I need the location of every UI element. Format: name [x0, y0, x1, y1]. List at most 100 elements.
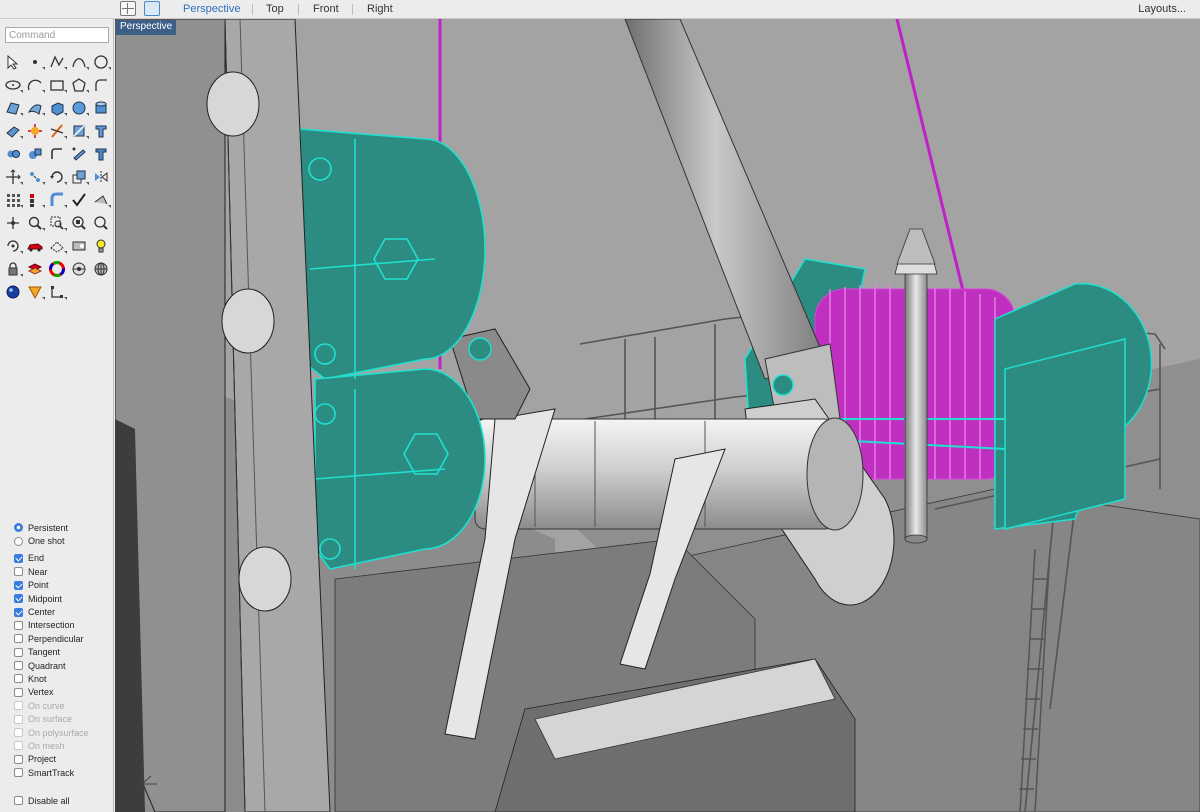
checkbox[interactable]	[14, 754, 23, 764]
snap-center[interactable]: Center	[14, 605, 114, 618]
cylinder-tool[interactable]	[90, 96, 112, 119]
car-render-tool[interactable]	[24, 234, 46, 257]
arc-tool[interactable]	[24, 73, 46, 96]
checkbox[interactable]	[14, 607, 23, 617]
rotate-tool[interactable]	[46, 165, 68, 188]
split-tool[interactable]	[68, 119, 90, 142]
snap-label: On polysurface	[28, 727, 89, 738]
pan-tool[interactable]	[2, 211, 24, 234]
rotate-view-tool[interactable]	[2, 234, 24, 257]
layouts-button[interactable]: Layouts...	[1138, 3, 1186, 15]
curve-tool[interactable]	[68, 50, 90, 73]
snap-project[interactable]: Project	[14, 753, 114, 766]
disable-all-checkbox[interactable]	[14, 796, 23, 806]
boolean-union-tool[interactable]	[24, 142, 46, 165]
circle-tool[interactable]	[90, 50, 112, 73]
copy-tool[interactable]	[24, 165, 46, 188]
checkbox[interactable]	[14, 553, 23, 563]
snap-intersection[interactable]: Intersection	[14, 619, 114, 632]
zoom-extents-tool[interactable]	[68, 211, 90, 234]
edit-points-tool[interactable]	[68, 142, 90, 165]
checkbox[interactable]	[14, 580, 23, 590]
group-tool[interactable]	[24, 188, 46, 211]
mesh-plane-tool[interactable]	[2, 119, 24, 142]
point-tool[interactable]	[24, 50, 46, 73]
command-input[interactable]	[5, 27, 109, 43]
polyline-tool[interactable]	[46, 50, 68, 73]
checkbox[interactable]	[14, 594, 23, 604]
scale-tool[interactable]	[68, 165, 90, 188]
checkbox[interactable]	[14, 674, 23, 684]
extrude-surface-icon	[27, 103, 42, 115]
snap-persistent[interactable]: Persistent	[14, 521, 114, 534]
zoom-tool[interactable]	[24, 211, 46, 234]
ellipse-tool[interactable]	[2, 73, 24, 96]
fillet-edge-tool[interactable]	[46, 142, 68, 165]
trim-tool[interactable]	[46, 119, 68, 142]
disable-all-toggle[interactable]: Disable all	[14, 794, 70, 807]
explode-tool[interactable]	[24, 119, 46, 142]
check-tool[interactable]	[68, 188, 90, 211]
array-tool[interactable]	[2, 188, 24, 211]
zoom-selected-tool[interactable]	[90, 211, 112, 234]
checkbox[interactable]	[14, 567, 23, 577]
snap-tangent[interactable]: Tangent	[14, 646, 114, 659]
checkbox[interactable]	[14, 647, 23, 657]
radio-button[interactable]	[14, 536, 23, 546]
tab-top[interactable]: Top	[266, 3, 284, 15]
checkbox[interactable]	[14, 620, 23, 630]
rectangle-tool[interactable]	[46, 73, 68, 96]
mirror-tool[interactable]	[90, 165, 112, 188]
snap-quadrant[interactable]: Quadrant	[14, 659, 114, 672]
snap-end[interactable]: End	[14, 552, 114, 565]
display-mode-tool[interactable]	[68, 234, 90, 257]
radio-button[interactable]	[14, 523, 23, 533]
color-wheel-tool[interactable]	[46, 257, 68, 280]
checkbox[interactable]	[14, 687, 23, 697]
polygon-tool[interactable]	[68, 73, 90, 96]
box-solid-tool[interactable]	[46, 96, 68, 119]
cone-arrow-tool[interactable]	[24, 280, 46, 303]
snap-midpoint[interactable]: Midpoint	[14, 592, 114, 605]
snap-perpendicular[interactable]: Perpendicular	[14, 632, 114, 645]
snap-smarttrack[interactable]: SmartTrack	[14, 766, 114, 779]
fillet-curve-tool[interactable]	[90, 73, 112, 96]
move-tool[interactable]	[2, 165, 24, 188]
checkbox[interactable]	[14, 661, 23, 671]
surface-corner-points-tool[interactable]	[2, 96, 24, 119]
extrude-surface-tool[interactable]	[24, 96, 46, 119]
bend-tool[interactable]	[46, 188, 68, 211]
light-bulb-tool[interactable]	[90, 234, 112, 257]
snap-point[interactable]: Point	[14, 579, 114, 592]
render-preview-tool[interactable]	[68, 257, 90, 280]
snap-one-shot[interactable]: One shot	[14, 534, 114, 547]
perspective-viewport[interactable]: Perspective	[115, 19, 1200, 812]
viewport-title[interactable]: Perspective	[116, 20, 177, 35]
checkbox[interactable]	[14, 768, 23, 778]
lock-tool[interactable]	[2, 257, 24, 280]
tab-right[interactable]: Right	[367, 3, 393, 15]
sphere-tool[interactable]	[68, 96, 90, 119]
tab-perspective[interactable]: Perspective	[183, 3, 240, 15]
layer-tool[interactable]	[24, 257, 46, 280]
text-object-tool[interactable]	[90, 119, 112, 142]
named-view-tool[interactable]	[46, 234, 68, 257]
gumball-tool[interactable]	[46, 280, 68, 303]
four-viewports-icon[interactable]	[120, 1, 136, 16]
single-viewport-icon[interactable]	[144, 1, 160, 16]
distance-tool[interactable]	[90, 188, 112, 211]
checkbox	[14, 714, 23, 724]
zoom-window-tool[interactable]	[46, 211, 68, 234]
tab-front[interactable]: Front	[313, 3, 339, 15]
snap-vertex[interactable]: Vertex	[14, 686, 114, 699]
checkbox[interactable]	[14, 634, 23, 644]
scene-canvas[interactable]	[115, 19, 1200, 812]
join-tool[interactable]	[2, 142, 24, 165]
select-arrow-tool[interactable]	[2, 50, 24, 73]
snap-knot[interactable]: Knot	[14, 672, 114, 685]
snap-near[interactable]: Near	[14, 565, 114, 578]
globe-grid-tool[interactable]	[90, 257, 112, 280]
explode-icon	[28, 123, 42, 138]
material-sphere-tool[interactable]	[2, 280, 24, 303]
text-tool[interactable]	[90, 142, 112, 165]
